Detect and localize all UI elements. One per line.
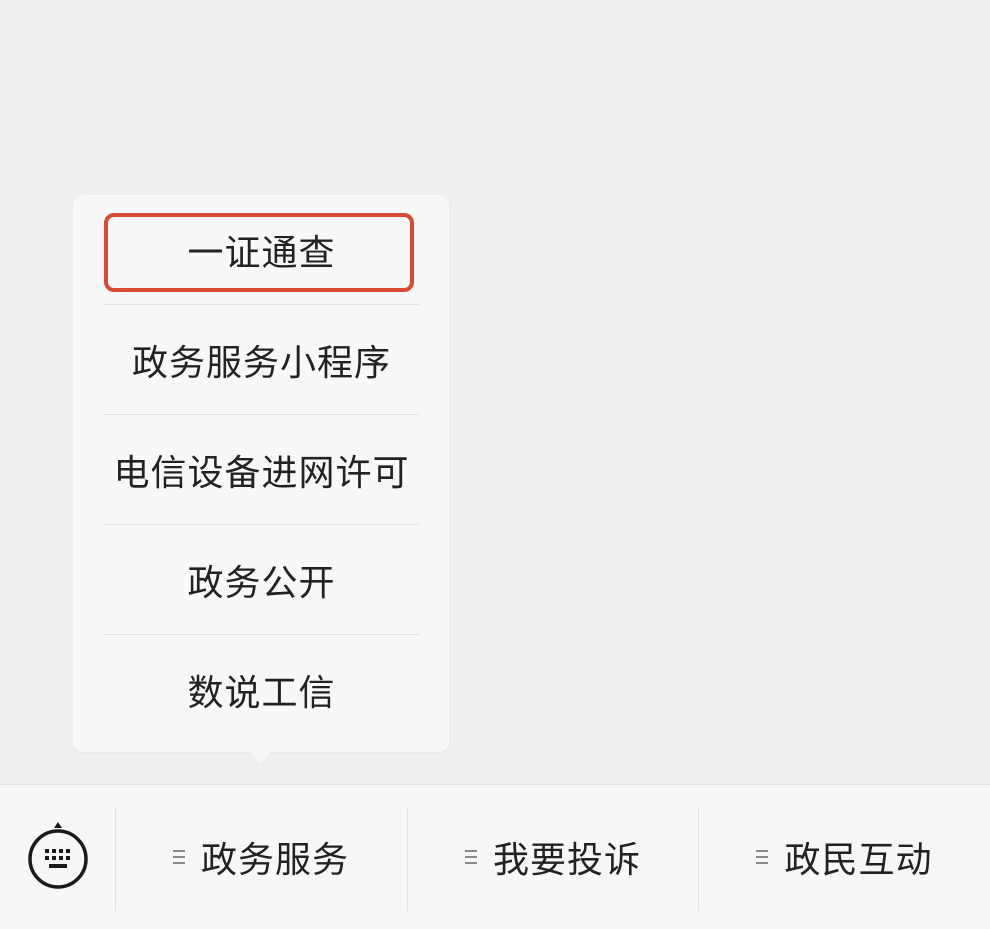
popup-pointer bbox=[251, 752, 271, 763]
tab-label: 政务服务 bbox=[200, 840, 349, 881]
submenu-item-mini-program[interactable]: 政务服务小程序 bbox=[104, 305, 419, 415]
tab-label: 政民互动 bbox=[784, 840, 933, 881]
menu-lines-icon bbox=[756, 850, 769, 864]
tab-citizen-interaction[interactable]: 政民互动 bbox=[699, 785, 990, 929]
submenu-item-network-license[interactable]: 电信设备进网许可 bbox=[104, 415, 419, 525]
bottom-menu-bar: 政务服务 我要投诉 政民互动 bbox=[0, 784, 990, 929]
submenu-item-data-talk[interactable]: 数说工信 bbox=[104, 635, 419, 745]
submenu-popup: 一证通查 政务服务小程序 电信设备进网许可 政务公开 数说工信 bbox=[73, 195, 449, 752]
submenu-item-label: 数说工信 bbox=[187, 673, 336, 714]
submenu-item-label: 政务公开 bbox=[187, 563, 336, 604]
submenu-item-yizhengtongcha[interactable]: 一证通查 bbox=[104, 195, 419, 305]
keyboard-toggle-button[interactable] bbox=[0, 785, 115, 929]
chat-screen: 一证通查 政务服务小程序 电信设备进网许可 政务公开 数说工信 政务服务 我要投… bbox=[0, 0, 990, 929]
submenu-item-label: 电信设备进网许可 bbox=[113, 453, 410, 494]
keyboard-icon bbox=[27, 822, 88, 889]
menu-lines-icon bbox=[464, 850, 477, 864]
submenu-item-gov-disclosure[interactable]: 政务公开 bbox=[104, 525, 419, 635]
tab-complaint[interactable]: 我要投诉 bbox=[408, 785, 698, 929]
tab-gov-services[interactable]: 政务服务 bbox=[116, 785, 406, 929]
tab-label: 我要投诉 bbox=[492, 840, 641, 881]
menu-lines-icon bbox=[172, 850, 185, 864]
submenu-item-label: 政务服务小程序 bbox=[131, 343, 391, 384]
submenu-item-label: 一证通查 bbox=[187, 233, 336, 274]
